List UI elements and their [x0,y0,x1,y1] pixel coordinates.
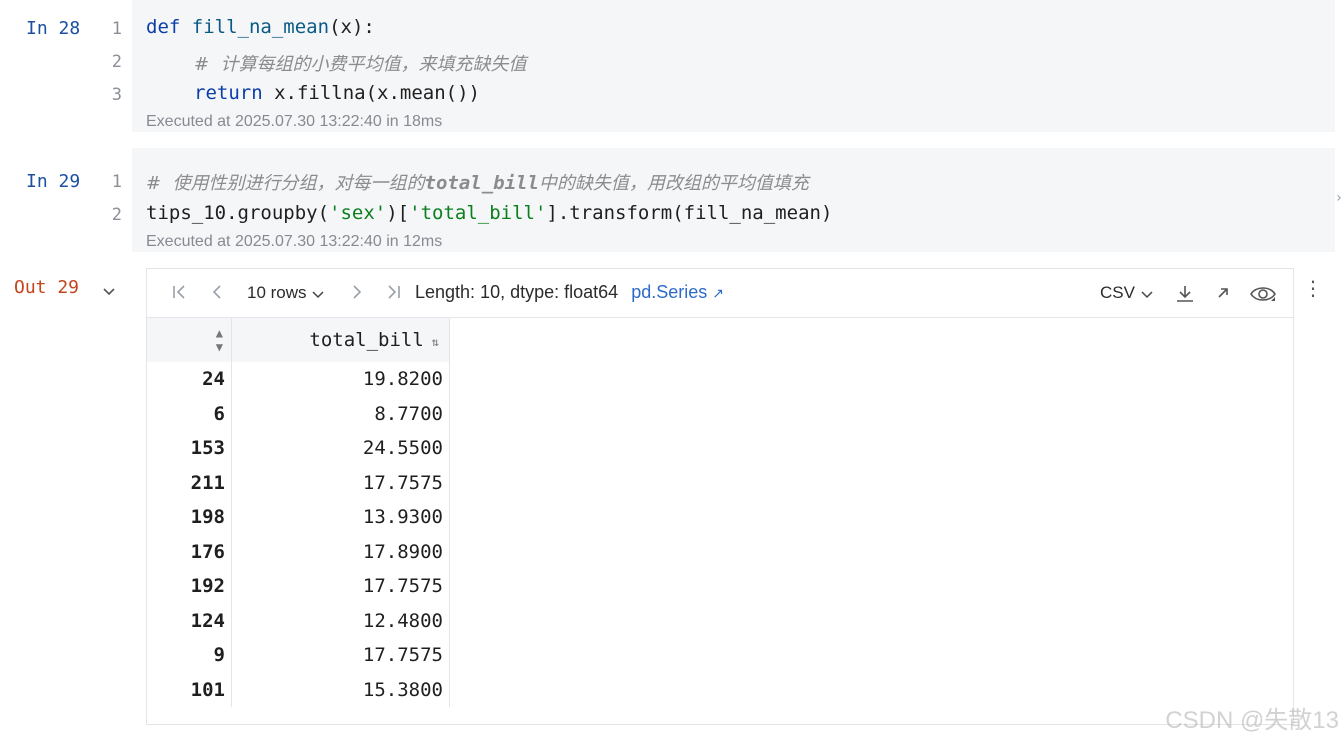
cell-total-bill[interactable]: 8.7700 [231,396,450,431]
row-index: 198 [147,500,232,535]
column-header-total-bill[interactable]: total_bill ⇅ [231,318,450,362]
table-row[interactable]: 124 12.4800 [147,603,450,638]
row-index: 176 [147,534,232,569]
signature-rest: (x): [329,16,375,38]
row-index: 192 [147,569,232,604]
series-info: Length: 10, dtype: float64 pd.Series ↗ [415,282,724,303]
code-line-comment[interactable]: # 计算每组的小费平均值，来填充缺失值 [194,50,527,76]
previous-page-icon[interactable] [207,282,227,307]
table-row[interactable]: 211 17.7575 [147,465,450,500]
chevron-down-icon [312,290,324,298]
cell-total-bill[interactable]: 24.5500 [231,431,450,466]
row-index: 101 [147,672,232,707]
cell-total-bill[interactable]: 15.3800 [231,672,450,707]
output-prompt: Out 29 [14,277,80,298]
code-comment: 中的缺失值，用改组的平均值填充 [538,173,809,194]
cell-28-prompt: In 28 [26,18,81,39]
watermark: CSDN @失散13 [1165,707,1339,734]
output-frame: 10 rows Length: 10, dtype: float64 pd.Se… [146,268,1294,725]
code-line-def[interactable]: def fill_na_mean(x): [146,16,375,38]
row-index: 211 [147,465,232,500]
eye-icon[interactable] [1249,283,1277,310]
length-dtype-label: Length: 10, dtype: float64 [415,282,619,302]
series-table: ▲ ▼ total_bill ⇅ 24 19.8200 6 8.7700 153 24.550… [147,318,450,707]
sort-icon[interactable]: ▲ ▼ [216,326,223,354]
line-number: 2 [111,205,122,225]
download-icon[interactable] [1174,283,1196,310]
code-line-groupby[interactable]: tips_10.groupby('sex')['total_bill'].tra… [146,202,832,224]
row-index: 6 [147,396,232,431]
table-row[interactable]: 192 17.7575 [147,569,450,604]
first-page-icon[interactable] [169,282,189,307]
table-toolbar: 10 rows Length: 10, dtype: float64 pd.Se… [147,269,1293,318]
code-comment-identifier: total_bill [424,172,539,194]
last-page-icon[interactable] [384,282,404,307]
cell-total-bill[interactable]: 19.8200 [231,362,450,397]
code-line-comment[interactable]: # 使用性别进行分组，对每一组的total_bill中的缺失值，用改组的平均值填… [146,169,809,195]
table-row[interactable]: 6 8.7700 [147,396,450,431]
external-link-icon[interactable]: ↗ [712,285,724,301]
column-header-label: total_bill [309,329,424,351]
index-column-header[interactable]: ▲ ▼ [147,318,232,362]
keyword-return: return [194,82,263,104]
code-text: ].transform(fill_na_mean) [546,202,833,224]
export-format-select[interactable]: CSV [1100,283,1154,303]
row-index: 24 [147,362,232,397]
code-comment: # 计算每组的小费平均值，来填充缺失值 [194,54,527,75]
sort-icon[interactable]: ⇅ [432,335,439,349]
table-row[interactable]: 24 19.8200 [147,362,450,397]
cell-29-prompt: In 29 [26,171,81,192]
cell-total-bill[interactable]: 17.7575 [231,638,450,673]
next-page-icon[interactable] [347,282,367,307]
code-text: tips_10.groupby( [146,202,330,224]
row-index: 9 [147,638,232,673]
table-row[interactable]: 153 24.5500 [147,431,450,466]
table-row[interactable]: 176 17.8900 [147,534,450,569]
chevron-down-icon[interactable] [101,283,117,303]
line-number: 1 [111,172,122,192]
string-literal: 'sex' [329,202,387,224]
line-number: 1 [111,19,122,39]
code-text: )[ [386,202,410,224]
code-comment: # 使用性别进行分组，对每一组的 [146,173,425,194]
more-options-icon[interactable]: ⋮ [1303,276,1323,300]
execution-status: Executed at 2025.07.30 13:22:40 in 12ms [146,233,443,250]
string-literal: 'total_bill' [409,202,547,224]
code-line-return[interactable]: return x.fillna(x.mean()) [194,82,480,104]
function-name: fill_na_mean [191,16,330,38]
keyword-def: def [146,16,181,38]
series-type-link[interactable]: pd.Series [631,282,707,302]
rows-per-page-select[interactable]: 10 rows [247,283,325,303]
table-row[interactable]: 101 15.3800 [147,672,450,707]
cell-total-bill[interactable]: 17.8900 [231,534,450,569]
line-number: 2 [111,52,122,72]
chevron-down-icon [1141,290,1153,298]
cell-total-bill[interactable]: 12.4800 [231,603,450,638]
table-row[interactable]: 198 13.9300 [147,500,450,535]
line-number: 3 [111,85,122,105]
row-index: 153 [147,431,232,466]
cell-total-bill[interactable]: 17.7575 [231,569,450,604]
scroll-marker: › [1334,190,1343,206]
row-index: 124 [147,603,232,638]
table-row[interactable]: 9 17.7575 [147,638,450,673]
csv-label: CSV [1100,283,1135,302]
open-in-new-icon[interactable] [1215,285,1231,306]
return-expression: x.fillna(x.mean()) [262,82,480,104]
cell-total-bill[interactable]: 13.9300 [231,500,450,535]
execution-status: Executed at 2025.07.30 13:22:40 in 18ms [146,113,443,130]
rows-label: 10 rows [247,283,307,302]
cell-total-bill[interactable]: 17.7575 [231,465,450,500]
